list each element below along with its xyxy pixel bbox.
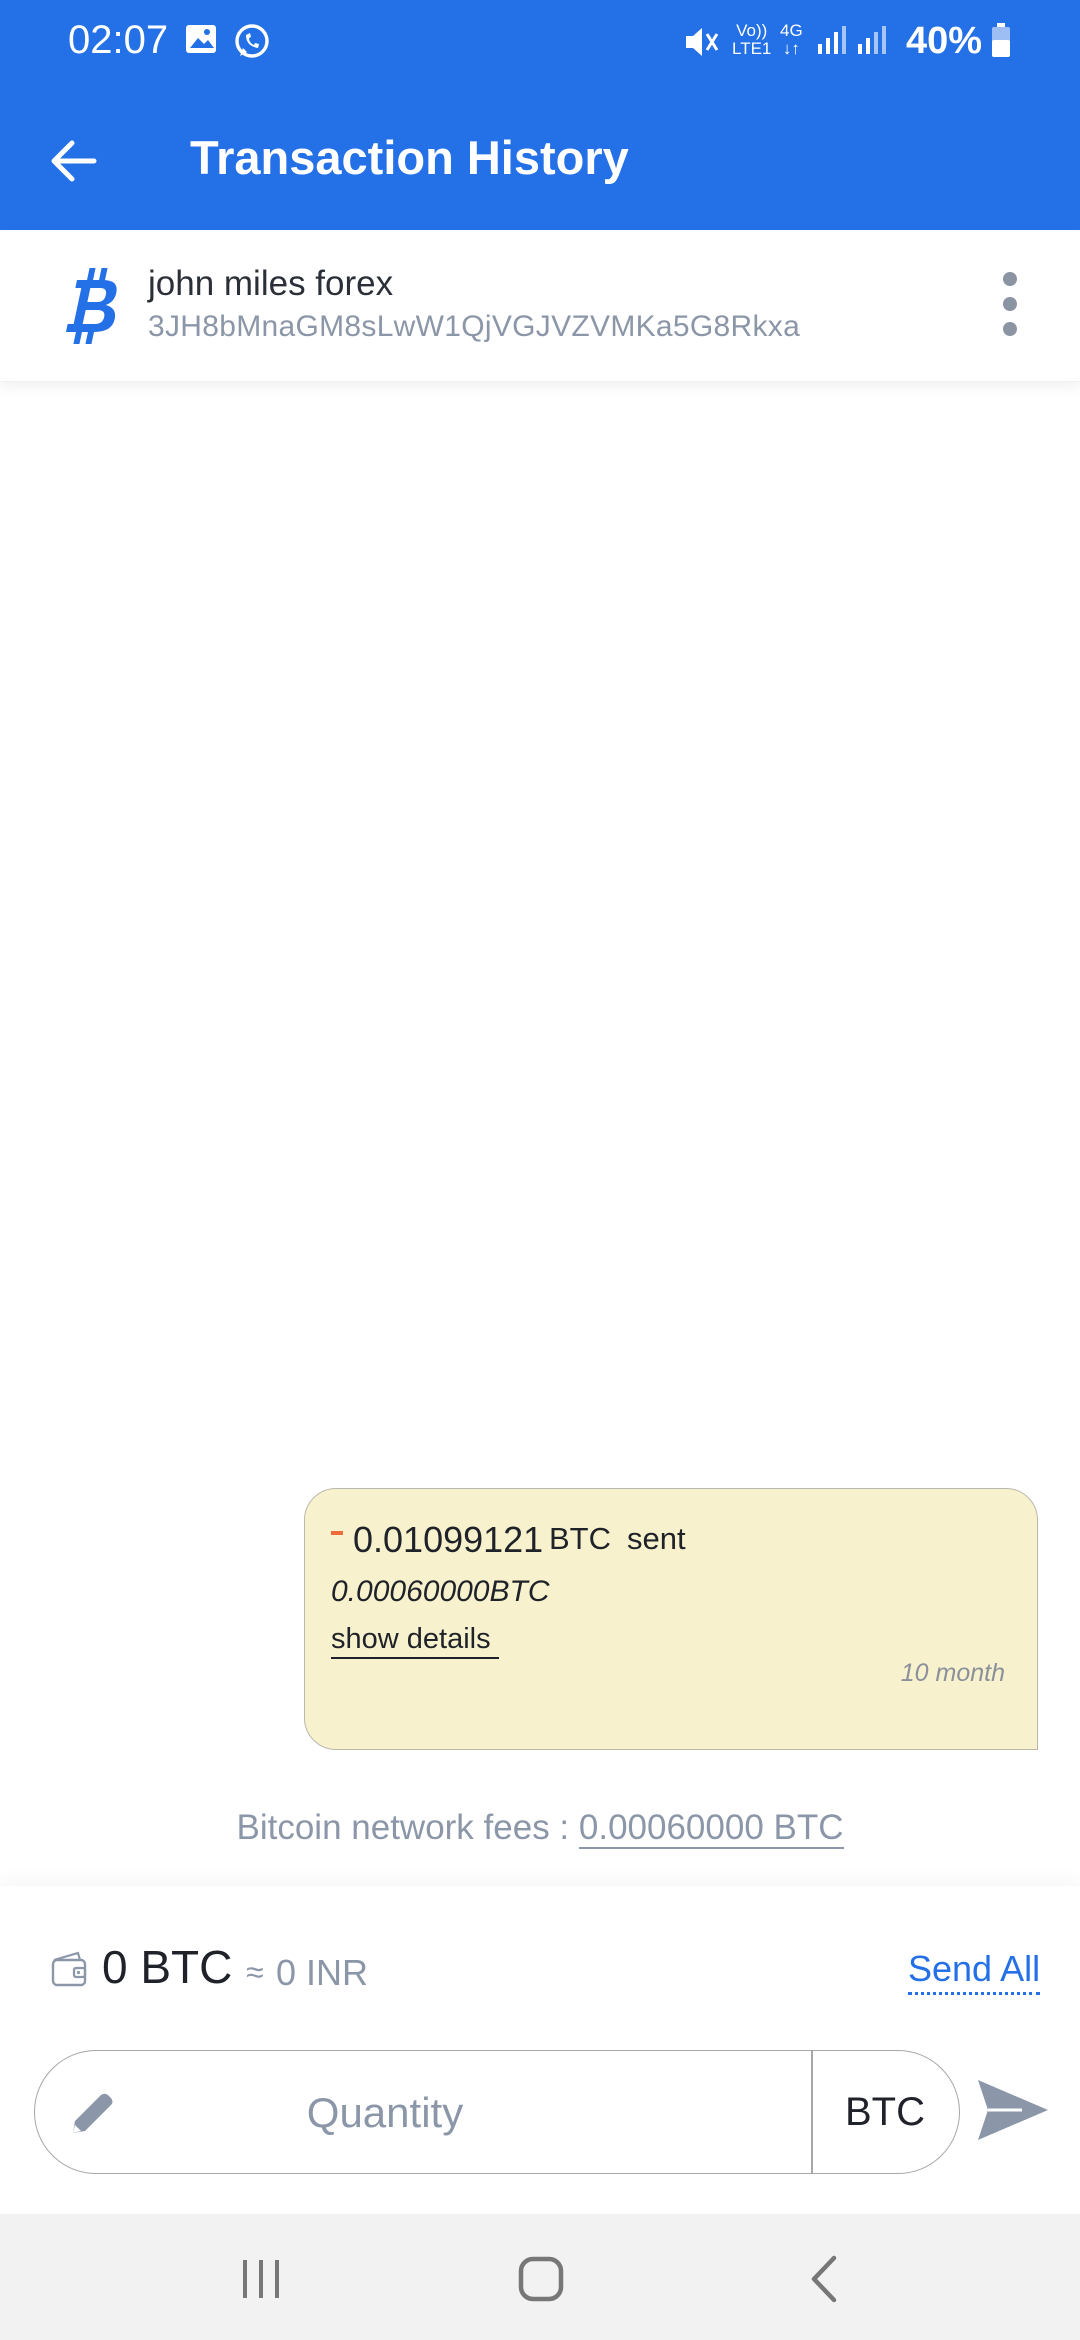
network-fees-value[interactable]: 0.00060000 BTC [578,1808,844,1849]
home-button[interactable] [506,2244,576,2314]
network-type-label: 4G [780,21,803,40]
network-fees: Bitcoin network fees : 0.00060000 BTC [0,1808,1080,1849]
recent-apps-button[interactable] [226,2244,296,2314]
top-header: 02:07 Vo)) LTE1 4G ↓↑ 40% Transaction His… [0,0,1080,230]
gallery-icon [184,22,220,63]
volte-indicator: Vo)) LTE1 [732,22,771,58]
page-title: Transaction History [190,131,629,184]
more-options-button[interactable] [990,272,1030,344]
wallet-address: 3JH8bMnaGM8sLwW1QjVGJVZVMKa5G8Rkxa [148,310,801,343]
mute-icon [682,24,722,65]
transaction-amount: 0.01099121 [353,1519,544,1560]
network-fees-label: Bitcoin network fees : [236,1808,579,1847]
chevron-left-icon [811,2255,837,2303]
battery-icon [990,22,1012,63]
quantity-input[interactable] [145,2081,625,2145]
wallet-icon [50,1950,88,1988]
back-button[interactable] [40,126,110,196]
recent-apps-icon [243,2260,279,2298]
approx-sign: ≈ [246,1954,264,1990]
send-all-button[interactable]: Send All [908,1948,1041,1995]
quantity-field[interactable]: BTC [34,2050,960,2174]
wallet-name: john miles forex [148,264,394,303]
app-bar: Transaction History [0,110,1080,210]
balance-btc: 0 BTC [102,1941,233,1993]
status-bar: 02:07 Vo)) LTE1 4G ↓↑ 40% [0,0,1080,84]
signal-icon [816,22,892,63]
show-details-link[interactable]: show details [331,1623,499,1659]
transaction-fee: 0.00060000BTC [331,1575,550,1608]
wallet-header: john miles forex 3JH8bMnaGM8sLwW1QjVGJVZ… [0,230,1080,382]
bitcoin-icon [56,266,124,346]
balance-inr: 0 INR [276,1952,369,1993]
transaction-bubble[interactable]: 0.01099121 BTC sent 0.00060000BTC show d… [304,1488,1038,1750]
home-icon [518,2256,564,2302]
negative-sign [331,1531,343,1535]
status-time: 02:07 [68,18,169,62]
battery-percentage: 40% [906,20,983,62]
transaction-unit: BTC [549,1521,611,1556]
system-back-button[interactable] [790,2244,860,2314]
transaction-status: sent [627,1521,686,1556]
currency-selector[interactable]: BTC [811,2051,959,2173]
send-panel: 0 BTC ≈ 0 INR Send All BTC [0,1886,1080,2214]
more-vertical-icon [990,272,1030,336]
send-button[interactable] [972,2070,1052,2150]
transaction-time: 10 month [900,1659,1005,1687]
whatsapp-icon [232,22,272,67]
network-type-indicator: 4G ↓↑ [780,21,803,58]
send-icon [978,2080,1048,2140]
lte-label: LTE1 [732,39,772,58]
volte-label: Vo)) [736,21,768,40]
system-nav-bar [0,2214,1080,2340]
pencil-icon [65,2087,119,2141]
back-arrow-icon [51,140,97,182]
